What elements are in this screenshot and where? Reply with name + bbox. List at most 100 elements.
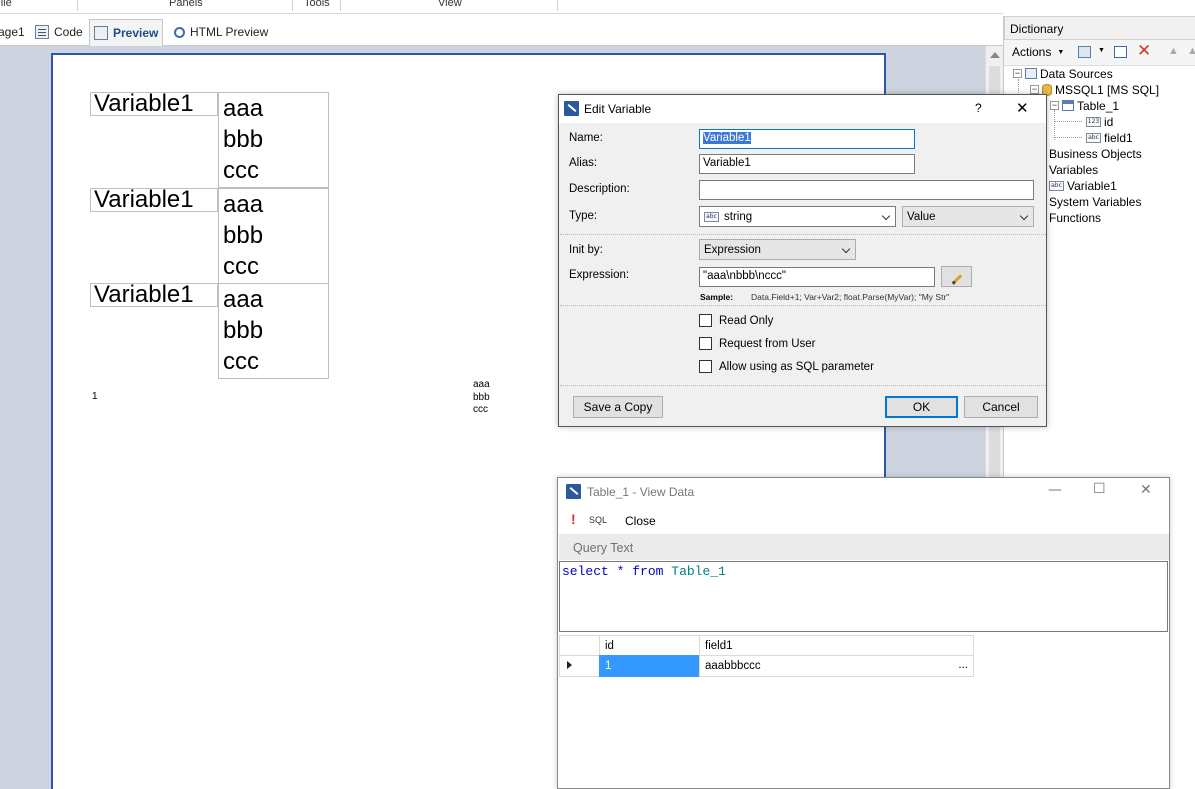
current-row-icon [567, 661, 572, 669]
dictionary-toolbar: Actions ▼ ▼ ✕ ▲ ▲ [1004, 40, 1195, 66]
edit-icon[interactable] [1114, 46, 1127, 58]
maximize-button[interactable]: ☐ [1093, 481, 1106, 497]
checkbox-box[interactable] [699, 360, 712, 373]
minimize-button[interactable]: — [1048, 482, 1062, 498]
grid-cell-id[interactable]: 1 [599, 655, 700, 677]
tree-label: Variables [1049, 162, 1099, 177]
ribbon-group-bar: File Panels Tools View [0, 0, 1003, 14]
dialog-titlebar: Edit Variable ? ✕ [559, 95, 1046, 123]
actions-label: Actions [1012, 45, 1052, 59]
value-line: ccc [223, 348, 259, 375]
tree-label: MSSQL1 [MS SQL] [1055, 82, 1160, 97]
expression-input[interactable]: "aaa\nbbb\nccc" [699, 267, 935, 287]
actions-dropdown[interactable]: Actions ▼ [1012, 45, 1064, 59]
small-value-text: aaa bbb ccc [473, 379, 490, 417]
name-value: Variable1 [703, 132, 751, 144]
row-number: 1 [92, 391, 98, 402]
type-label: Type: [569, 210, 598, 222]
dropdown-arrow-icon: ▼ [1057, 48, 1065, 56]
tree-label: Variable1 [1067, 178, 1117, 193]
data-sources-icon [1025, 68, 1037, 79]
sql-button[interactable]: SQL [589, 515, 607, 525]
pencil-icon [951, 274, 962, 285]
collapse-icon[interactable]: − [1013, 69, 1022, 78]
report-variable-value: aaa bbb ccc [218, 92, 329, 188]
tree-label: Business Objects [1049, 146, 1142, 161]
checkbox-box[interactable] [699, 314, 712, 327]
close-button[interactable]: ✕ [1016, 99, 1029, 117]
type-kind-value: Value [907, 210, 936, 223]
ribbon-group-file: File [0, 0, 12, 9]
ribbon-group-tools: Tools [304, 0, 330, 9]
value-line: bbb [223, 222, 264, 249]
tree-column-field1[interactable]: abc field1 [1086, 130, 1133, 145]
tree-label: Data Sources [1040, 66, 1113, 81]
init-by-select[interactable]: Expression [699, 239, 856, 260]
sql-table-name: Table_1 [671, 564, 726, 579]
save-copy-button[interactable]: Save a Copy [573, 396, 663, 418]
tab-code[interactable]: Code [31, 20, 87, 44]
sample-label: Sample: [700, 292, 734, 302]
edit-variable-dialog: Edit Variable ? ✕ Name: Variable1 Alias:… [558, 94, 1047, 427]
grid-corner [559, 635, 600, 656]
report-variable-label: Variable1 [90, 283, 218, 307]
close-query-button[interactable]: Close [625, 514, 656, 528]
name-input[interactable]: Variable1 [699, 129, 915, 149]
run-query-icon[interactable]: ! [571, 511, 576, 527]
tree-connection[interactable]: − MSSQL1 [MS SQL] [1030, 82, 1159, 97]
row-selector[interactable] [559, 655, 600, 677]
tree-variable1[interactable]: abc Variable1 [1049, 178, 1117, 193]
tree-system-variables[interactable]: System Variables [1049, 194, 1141, 209]
tree-data-sources[interactable]: − Data Sources [1013, 66, 1113, 81]
tree-variables[interactable]: Variables [1049, 162, 1098, 177]
cancel-button[interactable]: Cancel [964, 396, 1038, 418]
tab-page1[interactable]: Page1 [0, 20, 29, 44]
tree-business-objects[interactable]: Business Objects [1049, 146, 1142, 161]
value-line: aaa [223, 286, 264, 313]
tree-column-id[interactable]: 123 id [1086, 114, 1113, 129]
query-text-editor[interactable]: select * from Table_1 [559, 561, 1168, 632]
delete-icon[interactable]: ✕ [1137, 41, 1151, 61]
tree-label: id [1104, 114, 1114, 129]
cell-ellipsis-button[interactable]: ... [958, 659, 968, 671]
request-from-user-checkbox[interactable]: Request from User [699, 337, 816, 350]
read-only-checkbox[interactable]: Read Only [699, 314, 773, 327]
expression-editor-button[interactable] [941, 266, 972, 287]
string-column-icon: abc [1086, 132, 1101, 143]
move-up-icon[interactable]: ▲ [1168, 45, 1179, 57]
type-select[interactable]: abc string [699, 206, 896, 227]
app-logo-icon [564, 101, 579, 116]
description-input[interactable] [699, 180, 1034, 200]
tab-preview[interactable]: Preview [89, 19, 164, 46]
alias-input[interactable]: Variable1 [699, 154, 915, 174]
value-line: bbb [223, 317, 264, 344]
help-button[interactable]: ? [975, 101, 982, 115]
ok-button[interactable]: OK [885, 396, 958, 418]
tree-functions[interactable]: Functions [1049, 210, 1101, 225]
new-item-icon[interactable] [1078, 46, 1091, 58]
value-line: aaa [223, 95, 264, 122]
close-window-button[interactable]: ✕ [1140, 482, 1152, 498]
report-variable-label: Variable1 [90, 188, 218, 212]
move-down-icon[interactable]: ▲ [1187, 45, 1195, 57]
scroll-up-icon[interactable] [990, 52, 1000, 58]
grid-header-id[interactable]: id [599, 635, 700, 656]
collapse-icon[interactable]: − [1050, 101, 1059, 110]
dialog-title: Edit Variable [584, 102, 652, 116]
ribbon-group-panels: Panels [169, 0, 203, 9]
sql-star: * [616, 564, 625, 579]
dropdown-arrow-icon[interactable]: ▼ [1098, 47, 1105, 54]
grid-cell-field1[interactable]: aaabbbccc ... [699, 655, 974, 677]
query-text-header: Query Text [559, 534, 1169, 560]
tree-table[interactable]: − Table_1 [1050, 98, 1119, 113]
value-line: aaa [223, 191, 264, 218]
tab-html-preview[interactable]: HTML Preview [170, 20, 272, 44]
grid-header-field1[interactable]: field1 [699, 635, 974, 656]
app-logo-icon [566, 484, 581, 499]
checkbox-box[interactable] [699, 337, 712, 350]
expression-label: Expression: [569, 269, 630, 281]
allow-sql-parameter-checkbox[interactable]: Allow using as SQL parameter [699, 360, 874, 373]
collapse-icon[interactable]: − [1030, 85, 1039, 94]
type-kind-select[interactable]: Value [902, 206, 1034, 227]
sql-keyword: select [562, 564, 609, 579]
